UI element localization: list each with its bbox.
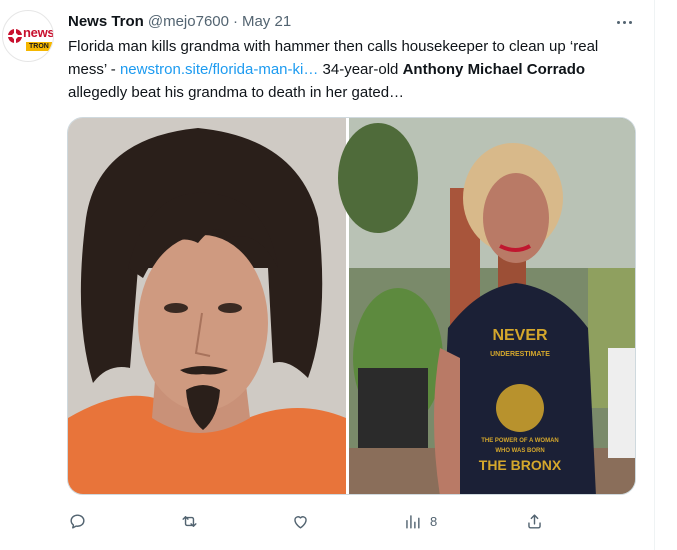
mugshot-photo[interactable] bbox=[68, 118, 346, 495]
more-icon[interactable] bbox=[606, 12, 642, 32]
shirt-text-small2: WHO WAS BORN bbox=[495, 448, 544, 454]
like-icon bbox=[294, 515, 307, 529]
retweet-icon bbox=[182, 515, 197, 527]
retweet-button[interactable] bbox=[180, 508, 199, 534]
author-handle[interactable]: @mejo7600 bbox=[148, 13, 229, 30]
tweet-link[interactable]: newstron.site/florida-man-ki… bbox=[120, 61, 318, 78]
text-part3: allegedly beat his grandma to death in h… bbox=[68, 84, 405, 101]
shirt-text-top: NEVER bbox=[492, 327, 548, 344]
shirt-text-small: UNDERESTIMATE bbox=[490, 351, 550, 358]
views-button[interactable]: 8 bbox=[403, 508, 437, 534]
tweet-actions: 8 bbox=[0, 508, 654, 534]
tweet[interactable]: news TRON News Tron @mejo7600 · May 21 F… bbox=[0, 0, 654, 550]
reply-button[interactable] bbox=[68, 508, 87, 534]
shirt-text-bottom: THE BRONX bbox=[479, 457, 562, 473]
reply-icon bbox=[70, 513, 85, 529]
tweet-text: Florida man kills grandma with hammer th… bbox=[68, 35, 638, 104]
text-part2: 34-year-old bbox=[318, 61, 403, 78]
views-count: 8 bbox=[430, 513, 438, 529]
separator-dot: · bbox=[232, 12, 238, 30]
author-name[interactable]: News Tron bbox=[68, 13, 144, 30]
bold-name: Anthony Michael Corrado bbox=[402, 61, 586, 78]
tweet-header: News Tron @mejo7600 · May 21 bbox=[68, 11, 291, 31]
share-button[interactable] bbox=[525, 508, 544, 534]
media-grid[interactable]: NEVER UNDERESTIMATE THE POWER OF A WOMAN… bbox=[67, 117, 636, 495]
avatar-brand-word: news bbox=[23, 25, 54, 40]
avatar-brand-sub: TRON bbox=[26, 42, 52, 51]
share-icon bbox=[528, 513, 541, 529]
timeline-border bbox=[654, 0, 655, 550]
avatar[interactable]: news TRON bbox=[2, 10, 54, 62]
broadcast-logo-icon bbox=[7, 28, 23, 44]
like-button[interactable] bbox=[291, 508, 310, 534]
views-icon bbox=[406, 514, 420, 529]
shirt-text-mid: THE POWER OF A WOMAN bbox=[481, 438, 559, 444]
garden-photo[interactable]: NEVER UNDERESTIMATE THE POWER OF A WOMAN… bbox=[338, 118, 636, 495]
tweet-date[interactable]: May 21 bbox=[242, 13, 291, 30]
